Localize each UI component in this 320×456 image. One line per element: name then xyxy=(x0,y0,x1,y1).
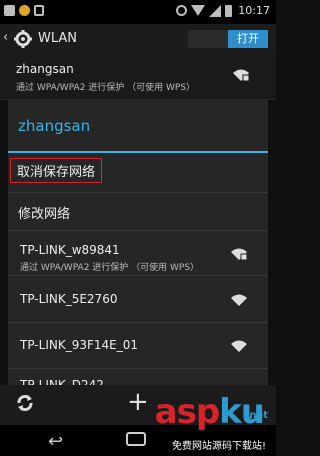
network-name: TP-LINK_93F14E_01 xyxy=(20,338,138,352)
network-row-current[interactable]: zhangsan 通过 WPA/WPA2 进行保护 （可使用 WPS） xyxy=(0,54,276,100)
battery-icon xyxy=(225,4,233,17)
back-nav-icon[interactable]: ↩ xyxy=(48,431,63,452)
network-row[interactable]: TP-LINK_w89841 通过 WPA/WPA2 进行保护 （可使用 WPS… xyxy=(8,233,268,273)
toggle-on-label: 打开 xyxy=(228,30,268,48)
modify-network-option[interactable]: 修改网络 xyxy=(8,193,268,231)
watermark-text-a: asp xyxy=(154,392,221,432)
status-bar: 10:17 xyxy=(0,0,276,24)
status-left-icons xyxy=(4,5,44,16)
page-title: WLAN xyxy=(38,31,78,46)
network-security: 通过 WPA/WPA2 进行保护 （可使用 WPS） xyxy=(16,83,196,93)
wifi-icon xyxy=(231,340,247,352)
usb-icon xyxy=(34,5,44,16)
network-name: TP-LINK_w89841 xyxy=(20,243,120,257)
divider xyxy=(8,275,268,276)
wifi-icon xyxy=(231,294,247,306)
network-name: TP-LINK_5E2760 xyxy=(20,292,118,306)
forget-network-option[interactable]: 取消保存网络 xyxy=(8,153,268,191)
signal-icon xyxy=(209,4,222,17)
divider xyxy=(8,368,268,369)
watermark-suffix: .net xyxy=(245,410,268,421)
network-security: 通过 WPA/WPA2 进行保护 （可使用 WPS） xyxy=(20,263,200,273)
status-right-icons: 10:17 xyxy=(176,4,270,17)
network-name: zhangsan xyxy=(16,62,74,76)
divider xyxy=(8,230,268,231)
forget-network-label: 取消保存网络 xyxy=(10,158,103,183)
divider xyxy=(8,322,268,323)
gear-icon[interactable] xyxy=(13,29,33,49)
network-row[interactable]: TP-LINK_D242 xyxy=(8,372,268,386)
wlan-toggle[interactable]: 打开 xyxy=(188,30,268,48)
notification-icon xyxy=(4,5,15,16)
modify-network-label: 修改网络 xyxy=(18,207,71,222)
notification-circle-icon xyxy=(19,5,30,16)
network-row[interactable]: TP-LINK_93F14E_01 xyxy=(8,326,268,366)
wifi-status-icon xyxy=(191,5,206,16)
watermark-tagline: 免费网站源码下载站! xyxy=(169,436,268,453)
action-bar: ‹ WLAN 打开 xyxy=(0,24,276,54)
network-row[interactable]: TP-LINK_5E2760 xyxy=(8,280,268,320)
watermark: aspku .net 免费网站源码下载站! xyxy=(124,392,274,454)
status-time: 10:17 xyxy=(238,4,270,17)
wifi-lock-icon xyxy=(233,69,250,82)
alarm-icon xyxy=(176,5,188,16)
chevron-left-icon[interactable]: ‹ xyxy=(3,30,8,45)
refresh-icon[interactable] xyxy=(16,394,34,412)
wifi-lock-icon xyxy=(231,248,248,261)
dialog-title: zhangsan xyxy=(18,117,91,135)
